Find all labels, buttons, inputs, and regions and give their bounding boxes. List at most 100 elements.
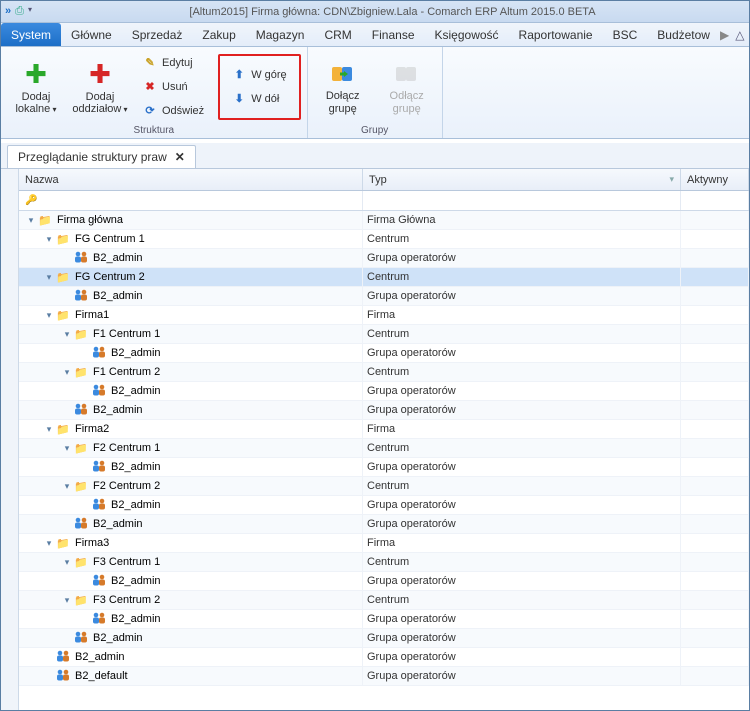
- cell-typ: Centrum: [363, 363, 681, 381]
- cell-nazwa[interactable]: B2_admin: [19, 648, 363, 666]
- tree-row[interactable]: ▾📁F1 Centrum 2Centrum: [19, 363, 749, 382]
- menu-tab-glowne[interactable]: Główne: [61, 23, 122, 46]
- cell-nazwa[interactable]: B2_admin: [19, 401, 363, 419]
- cell-nazwa[interactable]: ▾📁Firma główna: [19, 211, 363, 229]
- expand-toggle[interactable]: ▾: [25, 215, 37, 226]
- dodaj-lokalne-button[interactable]: ✚ Dodaj lokalne: [7, 52, 65, 122]
- expand-toggle[interactable]: ▾: [61, 329, 73, 340]
- w-dol-button[interactable]: ⬇ W dół: [228, 88, 290, 110]
- tree-row[interactable]: B2_adminGrupa operatorów: [19, 610, 749, 629]
- filter-aktywny-input[interactable]: [681, 191, 749, 210]
- cell-nazwa[interactable]: B2_admin: [19, 496, 363, 514]
- menu-tab-system[interactable]: System: [1, 23, 61, 46]
- cell-nazwa[interactable]: ▾📁F3 Centrum 1: [19, 553, 363, 571]
- tree-row[interactable]: ▸▾📁FG Centrum 2Centrum: [19, 268, 749, 287]
- tree-row[interactable]: ▾📁F2 Centrum 2Centrum: [19, 477, 749, 496]
- tree-row[interactable]: ▾📁Firma1Firma: [19, 306, 749, 325]
- expand-toggle[interactable]: ▾: [43, 272, 55, 283]
- nav-forward-icon[interactable]: ▶: [720, 28, 729, 42]
- menu-tab-zakup[interactable]: Zakup: [192, 23, 245, 46]
- tree-row[interactable]: ▾📁F1 Centrum 1Centrum: [19, 325, 749, 344]
- cell-nazwa[interactable]: ▾📁F1 Centrum 1: [19, 325, 363, 343]
- cell-nazwa[interactable]: ▾📁Firma2: [19, 420, 363, 438]
- expand-toggle[interactable]: ▾: [43, 538, 55, 549]
- menu-tab-ksiegowosc[interactable]: Księgowość: [425, 23, 509, 46]
- tree-row[interactable]: B2_adminGrupa operatorów: [19, 572, 749, 591]
- expand-toggle[interactable]: ▾: [61, 557, 73, 568]
- tree-row[interactable]: B2_adminGrupa operatorów: [19, 249, 749, 268]
- expand-toggle[interactable]: ▾: [43, 310, 55, 321]
- odlacz-grupe-button[interactable]: Odłącz grupę: [378, 52, 436, 122]
- tree-row[interactable]: B2_defaultGrupa operatorów: [19, 667, 749, 686]
- menu-tab-finanse[interactable]: Finanse: [362, 23, 425, 46]
- tree-row[interactable]: ▾📁Firma głównaFirma Główna: [19, 211, 749, 230]
- menu-tab-sprzedaz[interactable]: Sprzedaż: [122, 23, 193, 46]
- tree-row[interactable]: B2_adminGrupa operatorów: [19, 648, 749, 667]
- cell-nazwa[interactable]: ▾📁F2 Centrum 2: [19, 477, 363, 495]
- cell-nazwa[interactable]: ▾📁F2 Centrum 1: [19, 439, 363, 457]
- tree-row[interactable]: B2_adminGrupa operatorów: [19, 287, 749, 306]
- tree-row[interactable]: B2_adminGrupa operatorów: [19, 401, 749, 420]
- expand-toggle[interactable]: ▾: [61, 367, 73, 378]
- tree-row[interactable]: B2_adminGrupa operatorów: [19, 382, 749, 401]
- quick-icon[interactable]: ⎙: [15, 5, 24, 18]
- cell-nazwa[interactable]: B2_admin: [19, 515, 363, 533]
- menu-tab-magazyn[interactable]: Magazyn: [246, 23, 315, 46]
- document-tab[interactable]: Przeglądanie struktury praw ✕: [7, 145, 196, 168]
- tree-row[interactable]: B2_adminGrupa operatorów: [19, 496, 749, 515]
- quick-dropdown[interactable]: ▾: [28, 5, 32, 18]
- column-header-aktywny[interactable]: Aktywny: [681, 169, 749, 190]
- cell-nazwa[interactable]: ▾📁Firma1: [19, 306, 363, 324]
- filter-icon[interactable]: ▾: [669, 174, 674, 185]
- tree-row[interactable]: ▾📁Firma3Firma: [19, 534, 749, 553]
- column-header-nazwa[interactable]: Nazwa: [19, 169, 363, 190]
- w-gore-button[interactable]: ⬆ W górę: [228, 64, 290, 86]
- tree-row[interactable]: ▾📁F3 Centrum 2Centrum: [19, 591, 749, 610]
- column-header-typ[interactable]: Typ ▾: [363, 169, 681, 190]
- cell-nazwa[interactable]: B2_admin: [19, 610, 363, 628]
- cell-nazwa[interactable]: ▾📁FG Centrum 1: [19, 230, 363, 248]
- tree-row[interactable]: ▾📁Firma2Firma: [19, 420, 749, 439]
- grid-body[interactable]: ▾📁Firma głównaFirma Główna▾📁FG Centrum 1…: [19, 211, 749, 710]
- permissions-tree-grid[interactable]: Nazwa Typ ▾ Aktywny 🔑 ▾📁Firma głównaFirm…: [19, 169, 749, 710]
- cell-nazwa[interactable]: ▾📁F3 Centrum 2: [19, 591, 363, 609]
- document-tabstrip: Przeglądanie struktury praw ✕: [1, 143, 749, 169]
- tree-row[interactable]: B2_adminGrupa operatorów: [19, 458, 749, 477]
- cell-nazwa[interactable]: B2_default: [19, 667, 363, 685]
- tree-row[interactable]: ▾📁FG Centrum 1Centrum: [19, 230, 749, 249]
- cell-nazwa[interactable]: B2_admin: [19, 382, 363, 400]
- expand-toggle[interactable]: ▾: [43, 424, 55, 435]
- cell-nazwa[interactable]: B2_admin: [19, 629, 363, 647]
- ribbon: ✚ Dodaj lokalne ✚ Dodaj oddziałow ✎ Edyt…: [1, 47, 749, 139]
- cell-nazwa[interactable]: B2_admin: [19, 344, 363, 362]
- expand-toggle[interactable]: ▾: [61, 481, 73, 492]
- expand-toggle[interactable]: ▾: [61, 595, 73, 606]
- dodaj-oddzialowo-button[interactable]: ✚ Dodaj oddziałow: [71, 52, 129, 122]
- cell-nazwa[interactable]: ▾📁FG Centrum 2: [19, 268, 363, 286]
- tree-row[interactable]: ▾📁F2 Centrum 1Centrum: [19, 439, 749, 458]
- close-tab-icon[interactable]: ✕: [175, 150, 185, 164]
- cell-nazwa[interactable]: ▾📁F1 Centrum 2: [19, 363, 363, 381]
- tree-row[interactable]: B2_adminGrupa operatorów: [19, 344, 749, 363]
- tree-row[interactable]: B2_adminGrupa operatorów: [19, 629, 749, 648]
- menu-tab-bsc[interactable]: BSC: [603, 23, 648, 46]
- cell-nazwa[interactable]: ▾📁Firma3: [19, 534, 363, 552]
- tree-row[interactable]: B2_adminGrupa operatorów: [19, 515, 749, 534]
- dolacz-grupe-button[interactable]: Dołącz grupę: [314, 52, 372, 122]
- menu-tab-budzet[interactable]: Budżetow: [647, 23, 720, 46]
- cell-nazwa[interactable]: B2_admin: [19, 458, 363, 476]
- cell-nazwa[interactable]: B2_admin: [19, 287, 363, 305]
- edytuj-button[interactable]: ✎ Edytuj: [139, 52, 208, 74]
- expand-toggle[interactable]: ▾: [43, 234, 55, 245]
- menu-tab-raportowanie[interactable]: Raportowanie: [509, 23, 603, 46]
- expand-toggle[interactable]: ▾: [61, 443, 73, 454]
- collapse-ribbon-icon[interactable]: △: [735, 28, 744, 42]
- usun-button[interactable]: ✖ Usuń: [139, 76, 208, 98]
- filter-typ-input[interactable]: [363, 191, 681, 210]
- odswiez-button[interactable]: ⟳ Odśwież: [139, 100, 208, 122]
- menu-tab-crm[interactable]: CRM: [314, 23, 361, 46]
- cell-nazwa[interactable]: B2_admin: [19, 572, 363, 590]
- tree-row[interactable]: ▾📁F3 Centrum 1Centrum: [19, 553, 749, 572]
- cell-aktywny: [681, 439, 749, 457]
- cell-nazwa[interactable]: B2_admin: [19, 249, 363, 267]
